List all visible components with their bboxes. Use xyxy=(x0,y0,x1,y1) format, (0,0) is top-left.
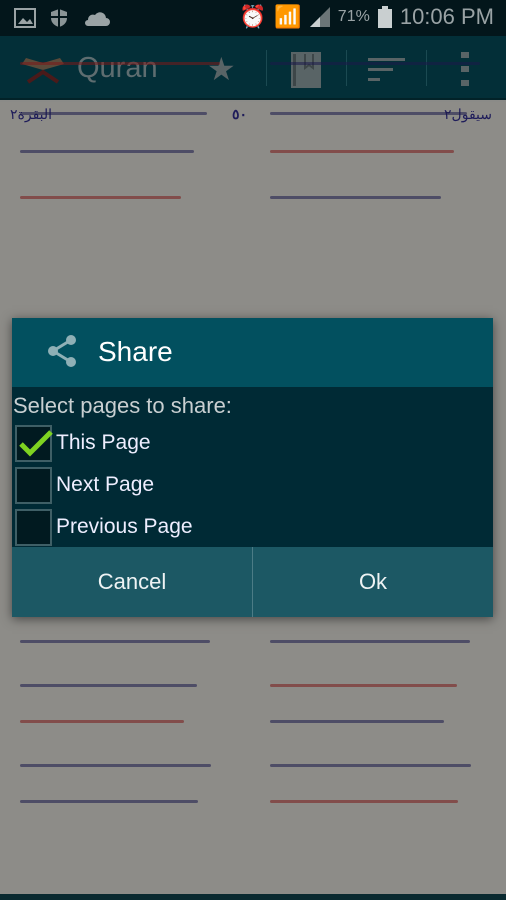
text-line xyxy=(20,684,197,687)
text-line xyxy=(270,720,444,723)
overflow-menu-icon[interactable] xyxy=(461,52,469,86)
wifi-icon: 📶 xyxy=(274,4,302,29)
dialog-prompt: Select pages to share: xyxy=(13,393,232,418)
text-line xyxy=(270,196,441,199)
image-icon xyxy=(14,8,36,28)
signal-icon xyxy=(309,7,330,27)
battery-icon xyxy=(377,6,392,28)
text-line xyxy=(270,640,470,643)
option-label: Next Page xyxy=(56,473,155,496)
text-line xyxy=(20,196,181,199)
checkmark-icon xyxy=(19,429,53,457)
option-next-page[interactable]: Next Page xyxy=(15,466,154,504)
status-bar: ⏰ 📶 71% 10:06 PM xyxy=(0,0,506,36)
app-bar: Quran ★ xyxy=(0,36,506,100)
text-line xyxy=(270,112,467,115)
text-line xyxy=(20,764,211,767)
text-line xyxy=(20,62,220,65)
share-dialog: Share Select pages to share: This Page N… xyxy=(12,318,493,617)
dialog-header: Share xyxy=(12,318,493,387)
text-line xyxy=(270,684,457,687)
page-number: ٥٠ xyxy=(232,106,248,122)
battery-percent: 71% xyxy=(337,8,370,25)
clock: 10:06 PM xyxy=(399,4,494,29)
text-line xyxy=(20,720,184,723)
quran-logo-icon xyxy=(22,58,64,84)
text-line xyxy=(270,800,458,803)
checkbox-previous-page[interactable] xyxy=(15,508,52,546)
app-title: Quran xyxy=(77,52,158,84)
ok-button[interactable]: Ok xyxy=(252,547,493,617)
cancel-button[interactable]: Cancel xyxy=(12,547,252,617)
checkbox-next-page[interactable] xyxy=(15,466,52,504)
dialog-buttons: Cancel Ok xyxy=(12,547,493,617)
text-line xyxy=(270,764,471,767)
star-icon[interactable]: ★ xyxy=(207,50,236,88)
text-line xyxy=(20,150,194,153)
option-label: This Page xyxy=(56,431,151,454)
option-label: Previous Page xyxy=(56,515,193,538)
option-this-page[interactable]: This Page xyxy=(15,424,151,462)
bookmark-book-icon[interactable] xyxy=(291,52,321,88)
checkbox-this-page[interactable] xyxy=(15,424,53,462)
alarm-icon: ⏰ xyxy=(238,4,267,29)
dialog-body: Select pages to share: This Page Next Pa… xyxy=(12,387,493,547)
text-line xyxy=(20,112,207,115)
text-line xyxy=(270,62,480,65)
option-previous-page[interactable]: Previous Page xyxy=(15,508,193,546)
text-line xyxy=(20,640,210,643)
text-line xyxy=(270,150,454,153)
text-line xyxy=(20,800,198,803)
share-icon xyxy=(48,335,76,367)
dialog-title: Share xyxy=(98,336,173,367)
cloud-icon xyxy=(85,12,110,26)
shield-icon xyxy=(51,9,67,27)
bottom-bar xyxy=(0,894,506,900)
